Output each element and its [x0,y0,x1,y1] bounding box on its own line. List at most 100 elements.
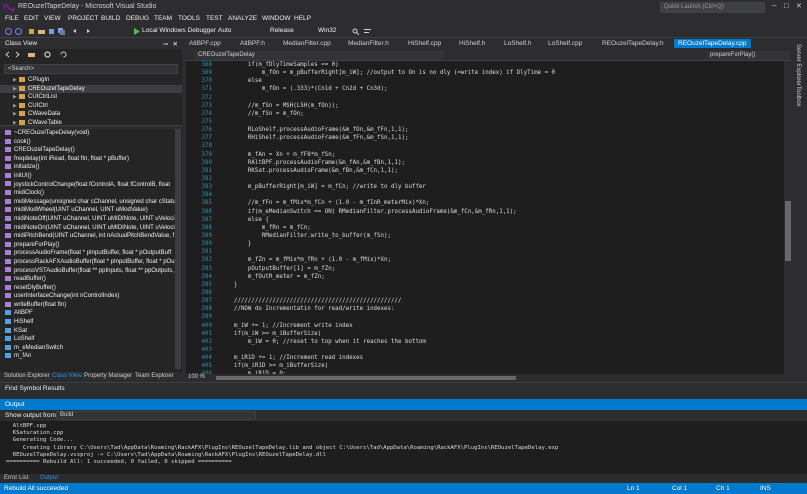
code-line[interactable]: RMedianFilter.write_to_buffer(m_fSn); [220,232,780,240]
code-line[interactable]: RAltBPF.processAudioFrame(&m_fAn,&m_fBn,… [220,159,780,167]
menu-build[interactable]: BUILD [101,15,120,22]
code-editor[interactable]: 368 369 370 371 372 373 374 375 376 377 378 379 380 3… [186,61,784,374]
tab-hishelf-h[interactable]: HiShelf.h [459,40,485,47]
member-item[interactable]: writeBuffer(float fIn) [0,301,182,310]
tab-reouzeltapedelay-cpp[interactable]: REOuzelTapeDelay.cpp [674,39,751,48]
code-line[interactable]: } [220,281,780,289]
output-source-select[interactable]: Build [56,411,256,420]
menu-view[interactable]: VIEW [44,15,61,22]
member-item[interactable]: LoShelf [0,335,182,344]
tree-item-cwavedata[interactable]: ▶ CWaveData [0,110,182,119]
code-line[interactable]: pOutputBuffer[1] = m_fZn; [220,265,780,273]
tab-team-explorer[interactable]: Team Explorer [135,373,174,379]
menu-edit[interactable]: EDIT [24,15,39,22]
tab-class-view[interactable]: Class View [52,373,82,379]
member-dropdown[interactable]: prepareForPlay() [706,51,790,60]
undo-icon[interactable] [72,28,79,35]
comment-icon[interactable] [364,28,371,35]
tab-output[interactable]: Output [40,475,58,481]
sync-icon[interactable] [60,51,67,58]
code-line[interactable]: else [220,77,780,85]
tab-altbpf-h[interactable]: AltBPF.h [240,40,265,47]
member-item[interactable]: freqdelay(int iRead, float fIn, float * … [0,155,182,164]
code-line[interactable]: m_fOn = m_pBufferRight[m_iW]; //output t… [220,69,780,77]
code-line[interactable]: m_iR1D += 1; //Increment read indexes [220,354,780,362]
member-item[interactable]: midiMessage(unsigned char cChannel, unsi… [0,198,182,207]
code-line[interactable]: if(m_iW >= m_iBufferSize) [220,330,780,338]
editor-vertical-scrollbar[interactable] [784,61,792,374]
save-icon[interactable] [48,28,55,35]
tree-item-cplugin[interactable]: ▶ CPlugIn [0,76,182,85]
code-line[interactable] [220,313,780,321]
tree-item-cuictrllist[interactable]: ▶ CUICtrlList [0,93,182,102]
pin-icon[interactable]: ⊸ [163,40,168,48]
member-item[interactable]: initialize() [0,163,182,172]
menu-help[interactable]: HELP [294,15,311,22]
debugger-label[interactable]: Local Windows Debugger [142,27,216,34]
code-line[interactable]: m_fRn = m_fCn; [220,224,780,232]
code-line[interactable]: if(m_eMedianSwitch == ON) RMedianFilter.… [220,208,780,216]
member-item[interactable]: m_fAn [0,352,182,361]
start-debugging-icon[interactable] [133,28,140,35]
code-line[interactable]: RLoShelf.processAudioFrame(&m_fOn,&m_fFn… [220,126,780,134]
member-item[interactable]: CREOuzelTapeDelay() [0,146,182,155]
tab-hishelf-cpp[interactable]: HiShelf.cpp [408,40,441,47]
code-line[interactable]: m_iW = 0; //reset to top when it reaches… [220,338,780,346]
code-line[interactable]: //m_fSn = MSH(LSH(m_fOn)); [220,102,780,110]
code-line[interactable]: m_fOutR_meter = m_fZn; [220,273,780,281]
member-item[interactable]: midiPitchBend(UINT uChannel, int nActual… [0,232,182,241]
debug-target-select[interactable]: Auto [218,27,231,34]
scope-dropdown[interactable]: CREOuzelTapeDelay [194,51,444,60]
member-item[interactable]: readBuffer() [0,275,182,284]
code-line[interactable]: RKSat.processAudioFrame(&m_fBn,&m_fCn,1,… [220,167,780,175]
platform-select[interactable]: Win32 [318,27,336,34]
member-item[interactable]: AltBPF [0,309,182,318]
tab-medianfilter-h[interactable]: MedianFilter.h [348,40,389,47]
tab-property-manager[interactable]: Property Manager [84,373,132,379]
save-all-icon[interactable] [58,28,65,35]
code-line[interactable] [220,94,780,102]
code-line[interactable]: else { [220,216,780,224]
close-button[interactable]: ✕ [796,2,802,10]
close-icon[interactable]: ✕ [173,40,178,48]
tab-loshelf-cpp[interactable]: LoShelf.cpp [548,40,582,47]
code-line[interactable]: if(m_iR1D >= m_iBufferSize) [220,362,780,370]
editor-horizontal-scrollbar[interactable]: 100 % [186,374,784,382]
class-view-search-input[interactable]: <Search> [4,64,178,74]
find-icon[interactable] [352,28,359,35]
member-item[interactable]: processRackAFXAudioBuffer(float * pInput… [0,258,182,267]
member-item[interactable]: joystickControlChange(float fControlA, f… [0,181,182,190]
code-line[interactable] [220,346,780,354]
code-line[interactable]: m_iW += 1; //Increment write index [220,322,780,330]
menu-file[interactable]: FILE [5,15,19,22]
member-item[interactable]: midiModWheel(UINT uChannel, UINT uModVal… [0,206,182,215]
code-lines[interactable]: if(m_fDlyTimeSamples == 0) m_fOn = m_pBu… [220,61,780,374]
code-line[interactable]: m_pBufferRight[m_iW] = m_fCn; //write to… [220,183,780,191]
new-folder-icon[interactable] [28,51,35,58]
member-list-scrollbar[interactable] [175,129,181,369]
minimize-button[interactable]: – [772,1,776,10]
member-item[interactable]: midiClock() [0,189,182,198]
solution-config-select[interactable]: Release [270,27,294,34]
scrollbar-thumb[interactable] [216,376,516,380]
tab-solution-explorer[interactable]: Solution Explorer [4,373,50,379]
member-item[interactable]: midiNoteOn(UINT uChannel, UINT uMIDINote… [0,224,182,233]
code-line[interactable] [220,175,780,183]
zoom-level[interactable]: 100 % [188,374,205,380]
scrollbar-thumb[interactable] [785,201,791,261]
code-line[interactable] [220,248,780,256]
code-line[interactable] [220,118,780,126]
member-item[interactable]: ~CREOuzelTapeDelay(void) [0,129,182,138]
tree-item-creouzeltapedelay[interactable]: ▶ CREOuzelTapeDelay [0,84,182,94]
code-line[interactable]: RHiShelf.processAudioFrame(&m_fFn,&m_fSn… [220,134,780,142]
code-line[interactable]: m_fOn = (.333)*(Cn1d + Cn2d + Cn3d); [220,85,780,93]
code-line[interactable]: if(m_fDlyTimeSamples == 0) [220,61,780,69]
code-line[interactable]: //m_fFn = m_fMix*m_fCn + (1.0 - m_fInR_m… [220,199,780,207]
maximize-button[interactable]: □ [784,1,789,10]
tab-reouzeltapedelay-h[interactable]: REOuzelTapeDelay.h [602,40,664,47]
forward-icon[interactable] [14,51,21,58]
tree-item-cuictrl[interactable]: ▶ CUICtrl [0,102,182,111]
menu-tools[interactable]: TOOLS [178,15,200,22]
back-icon[interactable] [4,51,11,58]
find-symbol-results-panel[interactable]: Find Symbol Results [0,382,807,393]
